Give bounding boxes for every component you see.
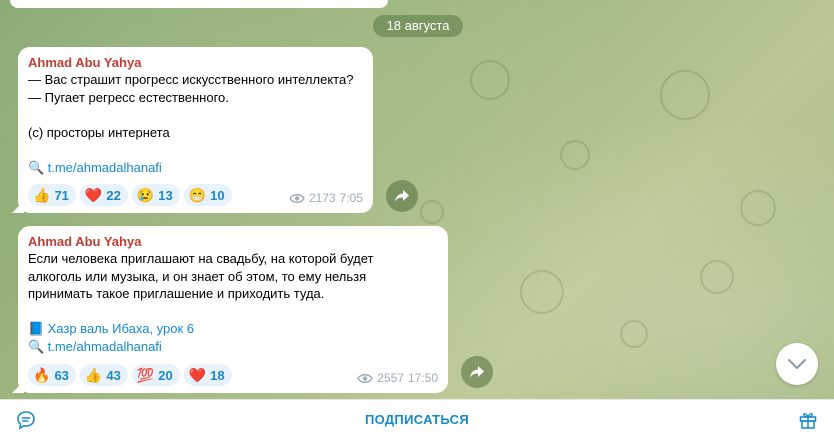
message-bubble[interactable]: Ahmad Abu Yahya Если человека приглашают… xyxy=(18,226,448,393)
message-text-line: Если человека приглашают на свадьбу, на … xyxy=(28,251,374,266)
crying-face-icon: 😢 xyxy=(136,186,155,203)
heart-icon: ❤️ xyxy=(188,366,207,383)
message-text-line xyxy=(28,106,363,124)
reaction-crying[interactable]: 😢 13 xyxy=(131,184,180,206)
share-arrow-icon xyxy=(470,366,484,378)
lesson-link[interactable]: Хазр валь Ибаха, урок 6 xyxy=(48,321,194,336)
message-bubble[interactable]: Ahmad Abu Yahya — Вас страшит прогресс и… xyxy=(18,47,373,213)
reaction-count: 22 xyxy=(106,187,121,203)
message-link-row: 🔍 t.me/ahmadalhanafi xyxy=(28,159,363,177)
reaction-fire[interactable]: 🔥 63 xyxy=(28,364,76,386)
message-text-line xyxy=(28,141,363,159)
message-time: 7:05 xyxy=(339,191,363,205)
reaction-count: 71 xyxy=(54,187,69,203)
scroll-to-bottom-button[interactable] xyxy=(776,343,818,385)
message-link-row: 🔍 t.me/ahmadalhanafi xyxy=(28,338,438,356)
channel-link[interactable]: t.me/ahmadalhanafi xyxy=(48,160,162,175)
background-doodle xyxy=(520,270,564,314)
magnifier-icon: 🔍 xyxy=(28,159,45,175)
eye-icon xyxy=(289,193,305,203)
hundred-points-icon: 💯 xyxy=(136,366,155,383)
message-meta: 2557 17:50 xyxy=(357,371,438,385)
message-author[interactable]: Ahmad Abu Yahya xyxy=(28,233,438,250)
reaction-count: 18 xyxy=(210,367,225,383)
heart-icon: ❤️ xyxy=(84,186,103,203)
message-text-line: принимать такое приглашение и приходить … xyxy=(28,286,325,301)
previous-message-bubble xyxy=(10,0,388,8)
gift-icon[interactable] xyxy=(798,410,818,430)
date-separator: 18 августа xyxy=(373,15,463,37)
share-arrow-icon xyxy=(395,190,409,202)
message-link-row: 📘 Хазр валь Ибаха, урок 6 xyxy=(28,320,438,338)
view-count: 2557 xyxy=(377,371,404,385)
chevron-down-icon xyxy=(788,359,806,369)
background-doodle xyxy=(620,320,648,348)
share-button[interactable] xyxy=(386,180,418,212)
view-count: 2173 xyxy=(308,191,336,205)
thumbs-up-icon: 👍 xyxy=(33,186,51,203)
reactions-bar: 👍 71 ❤️ 22 😢 13 😁 10 xyxy=(28,184,232,206)
background-doodle xyxy=(700,260,734,294)
reaction-count: 63 xyxy=(54,367,69,383)
reaction-count: 20 xyxy=(158,367,173,383)
reaction-thumbs-up[interactable]: 👍 43 xyxy=(79,364,128,386)
channel-link[interactable]: t.me/ahmadalhanafi xyxy=(48,339,162,354)
fire-icon: 🔥 xyxy=(33,366,51,383)
reaction-grin[interactable]: 😁 10 xyxy=(183,184,232,206)
message-text-line: — Пугает регресс естественного. xyxy=(28,89,229,105)
background-doodle xyxy=(740,190,776,226)
background-doodle xyxy=(560,140,590,170)
background-doodle xyxy=(470,60,510,100)
subscribe-button[interactable]: ПОДПИСАТЬСЯ xyxy=(0,400,834,438)
reaction-count: 43 xyxy=(106,367,121,383)
background-doodle xyxy=(660,70,710,120)
message-text-line: алкоголь или музыка, и он знает об этом,… xyxy=(28,268,367,284)
thumbs-up-icon: 👍 xyxy=(84,366,103,383)
grinning-face-icon: 😁 xyxy=(188,186,207,203)
message-author[interactable]: Ahmad Abu Yahya xyxy=(28,54,363,71)
reaction-heart[interactable]: ❤️ 22 xyxy=(79,184,128,206)
eye-icon xyxy=(357,373,374,383)
channel-footer: ПОДПИСАТЬСЯ xyxy=(0,399,834,438)
message-text-line: — Вас страшит прогресс искусственного ин… xyxy=(28,72,354,87)
share-button[interactable] xyxy=(461,356,493,388)
magnifier-icon: 🔍 xyxy=(28,338,45,354)
message-time: 17:50 xyxy=(407,371,438,385)
message-meta: 2173 7:05 xyxy=(289,191,363,205)
message-text-line: (с) просторы интернета xyxy=(28,124,170,140)
reaction-count: 13 xyxy=(158,187,173,203)
message-text-line xyxy=(28,303,438,321)
reaction-count: 10 xyxy=(210,187,225,203)
reactions-bar: 🔥 63 👍 43 💯 20 ❤️ 18 xyxy=(28,364,232,386)
reaction-heart[interactable]: ❤️ 18 xyxy=(183,364,232,386)
reaction-thumbs-up[interactable]: 👍 71 xyxy=(28,184,76,206)
background-doodle xyxy=(420,200,444,224)
reaction-hundred[interactable]: 💯 20 xyxy=(131,364,180,386)
book-icon: 📘 xyxy=(28,321,45,336)
